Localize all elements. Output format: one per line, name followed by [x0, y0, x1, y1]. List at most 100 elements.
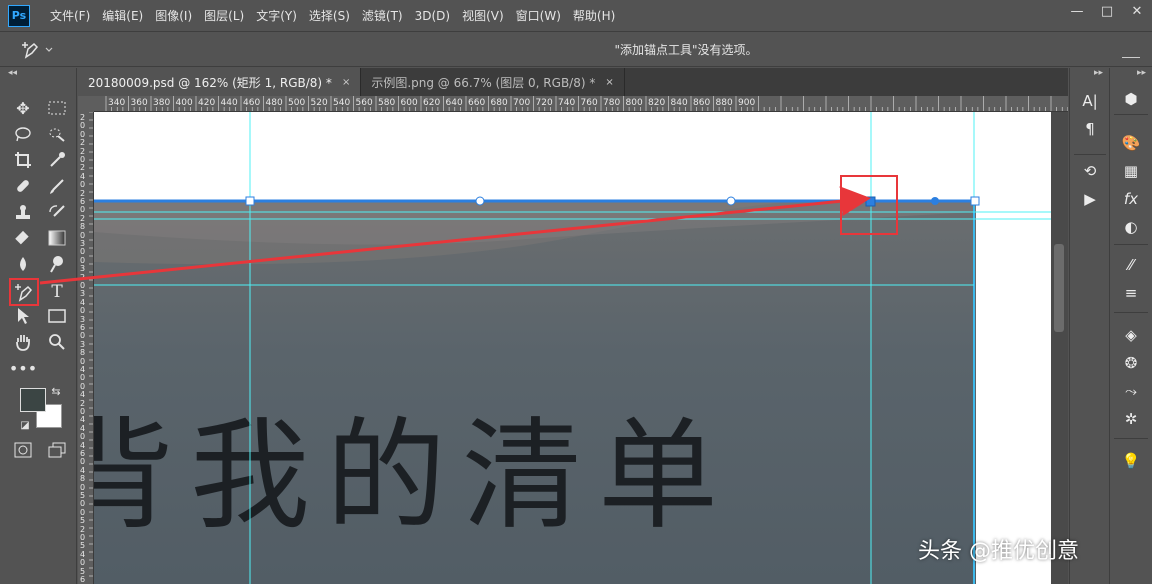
quick-mask-icon[interactable] — [10, 438, 36, 462]
type-tool-icon[interactable]: T — [44, 280, 70, 304]
ruler-label: 680 — [490, 98, 508, 108]
ruler-label: 0 — [80, 432, 86, 442]
menu-filter[interactable]: 滤镜(T) — [356, 4, 409, 28]
restore-button[interactable]: □ — [1092, 0, 1122, 22]
menu-help[interactable]: 帮助(H) — [567, 4, 621, 28]
ruler-label: 440 — [220, 98, 238, 108]
screen-mode-icon[interactable] — [44, 438, 70, 462]
menu-file[interactable]: 文件(F) — [44, 4, 96, 28]
clone-stamp-tool-icon[interactable] — [10, 200, 36, 224]
close-tab-icon[interactable]: × — [605, 77, 613, 88]
panel-dock-b: ▸▸ ⬢ 🎨 ▦ fx ◐ ⁄⁄ ≡ ◈ ❂ ⤳ ✲ 💡 — [1109, 68, 1152, 584]
actions-panel-icon[interactable]: ▶ — [1075, 188, 1105, 210]
eyedropper-tool-icon[interactable] — [44, 148, 70, 172]
document-canvas[interactable]: 背我的清单 — [94, 112, 1051, 584]
ruler-label: 760 — [580, 98, 598, 108]
blur-tool-icon[interactable] — [10, 252, 36, 276]
path-selection-tool-icon[interactable] — [10, 304, 36, 328]
crop-tool-icon[interactable] — [10, 148, 36, 172]
eraser-tool-icon[interactable] — [10, 226, 36, 250]
anchor-point[interactable] — [475, 196, 485, 206]
ruler-label: 800 — [625, 98, 643, 108]
healing-brush-tool-icon[interactable] — [10, 174, 36, 198]
ruler-label: 5 — [80, 516, 86, 526]
layers-panel-icon[interactable]: ◈ — [1116, 324, 1146, 346]
ruler-label: 0 — [80, 558, 86, 568]
learn-panel-icon[interactable]: 💡 — [1116, 450, 1146, 472]
anchor-point[interactable] — [726, 196, 736, 206]
dodge-tool-icon[interactable] — [44, 252, 70, 276]
more-tools-icon[interactable]: ••• — [9, 356, 37, 380]
swatches-panel-icon[interactable]: ▦ — [1116, 160, 1146, 182]
properties-panel-icon[interactable]: ✲ — [1116, 408, 1146, 430]
menu-layer[interactable]: 图层(L) — [198, 4, 250, 28]
tab-document-1[interactable]: 20180009.psd @ 162% (矩形 1, RGB/8) * × — [78, 68, 362, 96]
move-tool-icon[interactable]: ✥ — [10, 96, 36, 120]
close-button[interactable]: ✕ — [1122, 0, 1152, 22]
photoshop-logo: Ps — [8, 4, 30, 27]
foreground-color-swatch[interactable] — [20, 388, 46, 412]
zoom-tool-icon[interactable] — [44, 330, 70, 354]
quick-selection-tool-icon[interactable] — [44, 122, 70, 146]
guides — [94, 112, 1051, 584]
color-panel-icon[interactable]: 🎨 — [1116, 132, 1146, 154]
new-anchor-point[interactable] — [865, 196, 876, 207]
ruler-label: 720 — [535, 98, 553, 108]
gradient-tool-icon[interactable] — [44, 226, 70, 250]
menu-select[interactable]: 选择(S) — [303, 4, 356, 28]
ruler-label: 4 — [80, 390, 86, 400]
lasso-tool-icon[interactable] — [10, 122, 36, 146]
close-tab-icon[interactable]: × — [342, 77, 350, 88]
vertical-scrollbar[interactable] — [1051, 112, 1068, 584]
channels-panel-icon[interactable]: ❂ — [1116, 352, 1146, 374]
panel-dock-a: ▸▸ A| ¶ ⟲ ▶ — [1069, 68, 1109, 584]
horizontal-ruler[interactable]: 340 360 380 400 420 440 460 480 500 520 540 560 580 6… — [94, 96, 1068, 112]
menu-window[interactable]: 窗口(W) — [510, 4, 567, 28]
ruler-label: 3 — [80, 264, 86, 274]
tab-document-2[interactable]: 示例图.png @ 66.7% (图层 0, RGB/8) * × — [361, 68, 625, 96]
workspace-menu-icon[interactable] — [1122, 43, 1140, 58]
styles-panel-icon[interactable]: fx — [1116, 188, 1146, 210]
brush-settings-panel-icon[interactable]: ≡ — [1116, 282, 1146, 304]
menu-view[interactable]: 视图(V) — [456, 4, 510, 28]
ruler-label: 560 — [355, 98, 373, 108]
history-brush-tool-icon[interactable] — [44, 200, 70, 224]
history-panel-icon[interactable]: ⟲ — [1075, 160, 1105, 182]
hand-tool-icon[interactable] — [10, 330, 36, 354]
anchor-point[interactable] — [970, 196, 980, 206]
collapse-panel-icon[interactable]: ▸▸ — [1110, 68, 1152, 80]
default-colors-icon[interactable]: ◪ — [18, 418, 32, 432]
swap-colors-icon[interactable]: ⇆ — [48, 384, 64, 398]
rectangle-tool-icon[interactable] — [44, 304, 70, 328]
marquee-tool-icon[interactable] — [44, 96, 70, 120]
ruler-label: 700 — [513, 98, 531, 108]
brush-tool-icon[interactable] — [44, 174, 70, 198]
brushes-panel-icon[interactable]: ⁄⁄ — [1116, 254, 1146, 276]
adjustments-panel-icon[interactable]: ◐ — [1116, 216, 1146, 238]
anchor-handle[interactable] — [931, 197, 939, 205]
menu-type[interactable]: 文字(Y) — [250, 4, 303, 28]
ruler-label: 8 — [80, 474, 86, 484]
minimize-button[interactable]: — — [1062, 0, 1092, 22]
ruler-label: 860 — [693, 98, 711, 108]
ruler-label: 740 — [558, 98, 576, 108]
character-panel-icon[interactable]: A| — [1075, 90, 1105, 112]
3d-panel-icon[interactable]: ⬢ — [1116, 88, 1146, 110]
anchor-point[interactable] — [245, 196, 255, 206]
add-anchor-point-tool-icon[interactable] — [9, 278, 39, 306]
collapse-toolbar-icon[interactable]: ◂◂ — [0, 68, 76, 82]
ruler-label: 380 — [153, 98, 171, 108]
ruler-label: 640 — [445, 98, 463, 108]
menu-edit[interactable]: 编辑(E) — [96, 4, 149, 28]
watermark: 头条 @推优创意 — [918, 539, 1079, 564]
menu-3d[interactable]: 3D(D) — [409, 4, 456, 28]
vertical-ruler[interactable]: 2002202402602803003203403603804004204404… — [78, 112, 94, 584]
ruler-label: 820 — [648, 98, 666, 108]
scrollbar-thumb[interactable] — [1054, 244, 1064, 332]
menu-image[interactable]: 图像(I) — [149, 4, 198, 28]
options-message: "添加锚点工具"没有选项。 — [614, 43, 758, 57]
collapse-panel-icon[interactable]: ▸▸ — [1070, 68, 1109, 80]
ruler-origin[interactable] — [78, 96, 94, 112]
paths-panel-icon[interactable]: ⤳ — [1116, 380, 1146, 402]
paragraph-panel-icon[interactable]: ¶ — [1075, 118, 1105, 140]
